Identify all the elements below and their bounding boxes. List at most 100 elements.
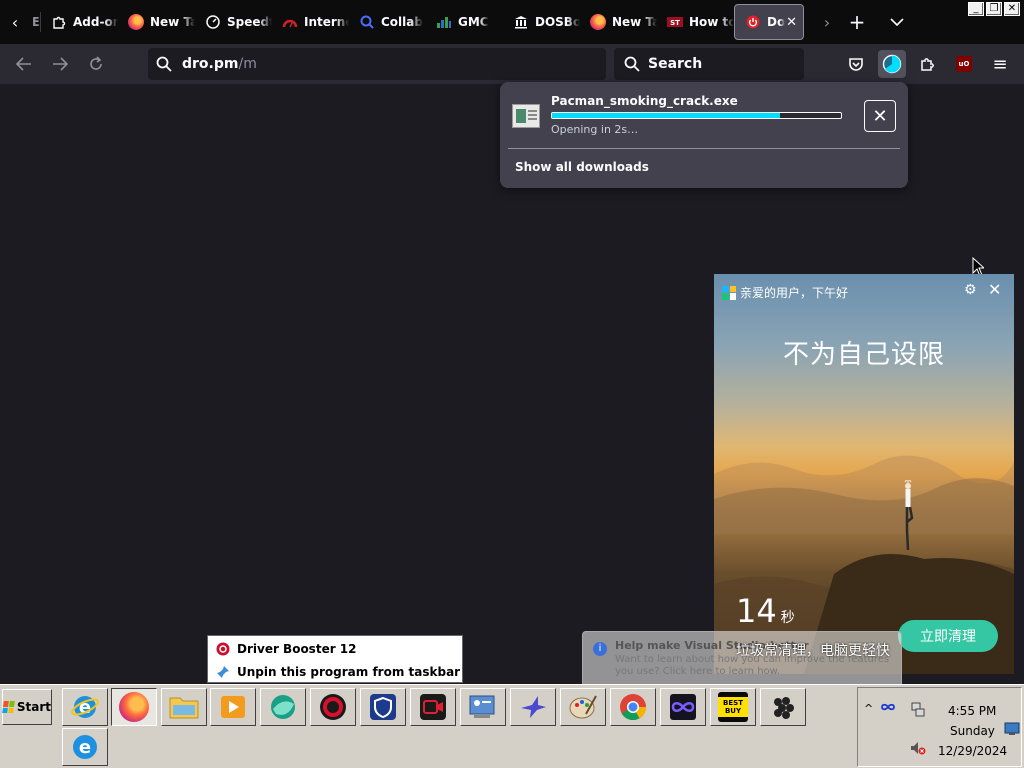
taskbar-driver-booster[interactable] bbox=[310, 688, 356, 726]
tab-active-download[interactable]: Do ✕ bbox=[734, 4, 804, 40]
driver-booster-icon bbox=[320, 694, 346, 720]
scroll-tabs-left-button[interactable]: ‹ bbox=[0, 0, 30, 44]
taskbar-firefox[interactable] bbox=[111, 688, 157, 726]
search-placeholder: Search bbox=[648, 56, 703, 72]
infinity-app-icon bbox=[670, 694, 696, 720]
taskbar-browser[interactable] bbox=[260, 688, 306, 726]
extensions-button[interactable] bbox=[914, 50, 942, 78]
tab-collab[interactable]: Collab bbox=[349, 4, 426, 40]
taskbar-control-panel[interactable] bbox=[460, 688, 506, 726]
jump-list-label: Driver Booster 12 bbox=[237, 642, 357, 656]
tab-new-tab-2[interactable]: New Tab bbox=[580, 4, 657, 40]
gear-icon[interactable]: ⚙ bbox=[964, 282, 977, 298]
taskbar-best-buy[interactable]: BEST BUY bbox=[710, 688, 756, 726]
browser-globe-icon bbox=[271, 695, 295, 719]
taskbar-infinity-app[interactable] bbox=[660, 688, 706, 726]
reload-button[interactable] bbox=[78, 48, 114, 80]
reload-icon bbox=[90, 56, 102, 70]
firefox-icon bbox=[590, 14, 606, 30]
taskbar-vpn[interactable] bbox=[360, 688, 406, 726]
restore-button[interactable]: ❐ bbox=[986, 2, 1002, 16]
show-hidden-icons-button[interactable]: ^ bbox=[864, 702, 873, 715]
close-tab-icon[interactable]: ✕ bbox=[786, 15, 797, 30]
taskbar-chrome[interactable] bbox=[610, 688, 656, 726]
countdown: 14 秒 bbox=[736, 592, 795, 630]
best-buy-icon: BEST BUY bbox=[718, 692, 748, 722]
download-filename[interactable]: Pacman_smoking_crack.exe bbox=[551, 94, 738, 108]
windows-logo-icon bbox=[2, 701, 15, 713]
network-icon[interactable] bbox=[910, 702, 926, 718]
url-domain: dro.pm bbox=[182, 56, 239, 72]
tab-speedtest[interactable]: Speedtest bbox=[195, 4, 272, 40]
clock-time[interactable]: 4:55 PM bbox=[948, 704, 996, 718]
scroll-tabs-right-button[interactable]: › bbox=[812, 0, 842, 44]
tab-how-to[interactable]: ST How to bbox=[657, 4, 734, 40]
show-all-downloads-button[interactable]: Show all downloads bbox=[515, 160, 649, 174]
firefox-icon bbox=[119, 692, 149, 722]
infinity-tray-icon[interactable] bbox=[880, 702, 896, 712]
power-icon bbox=[745, 14, 761, 30]
minimize-button[interactable]: _ bbox=[968, 2, 984, 16]
close-icon[interactable]: ✕ bbox=[988, 280, 1001, 299]
ad-slogan: 不为自己设限 bbox=[782, 340, 945, 370]
pocket-button[interactable] bbox=[842, 50, 870, 78]
jump-list-item-driver-booster[interactable]: Driver Booster 12 bbox=[216, 642, 357, 656]
show-desktop-icon[interactable] bbox=[1004, 722, 1020, 736]
arrow-right-icon bbox=[53, 57, 68, 71]
taskbar-bird-app[interactable] bbox=[510, 688, 556, 726]
taskbar: Start e BEST BUY e ^ 4:55 PM Sunday 12/2… bbox=[0, 684, 1024, 768]
internet-explorer-icon: e bbox=[73, 735, 97, 759]
vpn-shield-icon bbox=[370, 694, 396, 720]
app-menu-button[interactable]: ≡ bbox=[986, 50, 1014, 78]
download-progress-fill bbox=[552, 113, 781, 118]
divider bbox=[508, 148, 900, 149]
gauge-icon bbox=[282, 14, 298, 30]
ublock-origin-button[interactable]: uO bbox=[950, 50, 978, 78]
ad-greeting: 亲爱的用户，下午好 bbox=[740, 286, 849, 300]
address-bar[interactable]: dro.pm/m bbox=[148, 48, 606, 80]
paint-icon bbox=[569, 695, 597, 719]
speedometer-icon bbox=[205, 14, 221, 30]
clock-day: Sunday bbox=[950, 724, 995, 738]
forward-button[interactable] bbox=[42, 48, 78, 80]
taskbar-blackberry[interactable] bbox=[760, 688, 806, 726]
jump-list-item-unpin[interactable]: Unpin this program from taskbar bbox=[216, 665, 460, 679]
building-icon bbox=[513, 14, 529, 30]
list-all-tabs-button[interactable] bbox=[872, 0, 922, 44]
clean-now-button[interactable]: 立即清理 bbox=[898, 620, 998, 652]
tab-internet[interactable]: Internet bbox=[272, 4, 349, 40]
taskbar-file-explorer[interactable] bbox=[161, 688, 207, 726]
close-window-button[interactable]: ✕ bbox=[1004, 2, 1020, 16]
taskbar-internet-explorer-2[interactable]: e bbox=[62, 728, 108, 766]
ad-header: 亲爱的用户，下午好 bbox=[722, 284, 848, 301]
back-button[interactable] bbox=[6, 48, 42, 80]
cancel-download-button[interactable]: ✕ bbox=[864, 100, 896, 132]
tab-addons[interactable]: Add-ons bbox=[41, 4, 118, 40]
new-tab-button[interactable]: + bbox=[842, 0, 872, 44]
tab-new-tab[interactable]: New Tab bbox=[118, 4, 195, 40]
puzzle-icon bbox=[921, 58, 934, 71]
taskbar-paint[interactable] bbox=[560, 688, 606, 726]
app-logo-icon bbox=[722, 285, 736, 300]
downloads-panel: Pacman_smoking_crack.exe Opening in 2s… … bbox=[500, 82, 908, 188]
taskbar-media-player[interactable] bbox=[210, 688, 256, 726]
search-bar[interactable]: Search bbox=[614, 48, 804, 80]
internet-explorer-icon: e bbox=[71, 696, 99, 718]
tab-gmc[interactable]: GMC bbox=[426, 4, 503, 40]
tab-dosbox[interactable]: DOSBox bbox=[503, 4, 580, 40]
media-player-icon bbox=[221, 696, 245, 718]
ublock-icon: uO bbox=[956, 56, 972, 72]
tab-list: E Add-ons New Tab Speedtest Internet bbox=[30, 0, 812, 44]
taskbar-screen-recorder[interactable] bbox=[410, 688, 456, 726]
site-icon: ST bbox=[667, 14, 683, 30]
navigation-toolbar: dro.pm/m Search uO ≡ bbox=[0, 44, 1024, 84]
taskbar-internet-explorer[interactable]: e bbox=[62, 688, 108, 726]
firefox-icon bbox=[128, 14, 144, 30]
cleaner-ad-popup: 亲爱的用户，下午好 ⚙ ✕ 不为自己设限 14 秒 立即清理 bbox=[714, 274, 1014, 674]
volume-muted-icon[interactable] bbox=[910, 740, 926, 756]
exe-file-icon bbox=[512, 104, 540, 128]
bird-app-icon bbox=[521, 696, 546, 718]
tab-partial[interactable]: E bbox=[30, 4, 40, 40]
start-button[interactable]: Start bbox=[2, 689, 52, 725]
downloads-button[interactable] bbox=[878, 50, 906, 78]
